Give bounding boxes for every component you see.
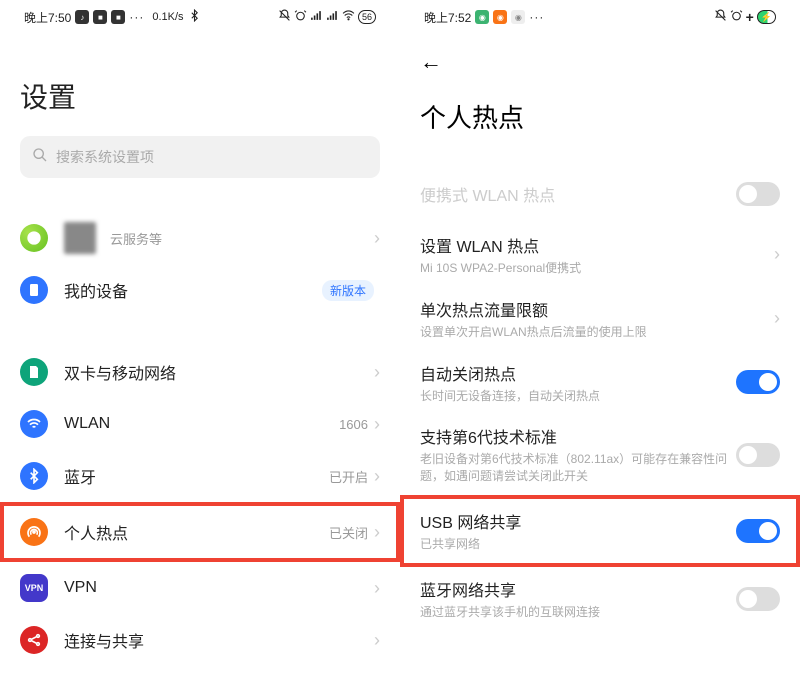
signal-icon <box>326 9 339 25</box>
chevron-right-icon: › <box>774 244 780 265</box>
connect-share-row[interactable]: 连接与共享 › <box>20 614 380 666</box>
row-label: WLAN <box>64 415 339 433</box>
account-row[interactable]: 云服务等 › <box>20 212 380 264</box>
app-icon: ◉ <box>493 10 507 24</box>
row-subtitle: 通过蓝牙共享该手机的互联网连接 <box>420 604 736 621</box>
chevron-right-icon: › <box>374 228 380 249</box>
search-input[interactable]: 搜索系统设置项 <box>20 136 380 178</box>
row-label: VPN <box>64 579 374 597</box>
battery-icon: 56 <box>358 10 376 24</box>
auto-off-row[interactable]: 自动关闭热点 长时间无设备连接，自动关闭热点 <box>420 351 780 415</box>
chevron-right-icon: › <box>374 362 380 383</box>
chevron-right-icon: › <box>374 522 380 543</box>
row-label: 个人热点 <box>64 520 329 544</box>
bluetooth-icon <box>20 462 48 490</box>
status-time: 晚上7:50 <box>24 9 71 26</box>
app-icon: ■ <box>111 10 125 24</box>
chevron-right-icon: › <box>374 630 380 651</box>
row-label: 我的设备 <box>64 278 322 302</box>
chevron-right-icon: › <box>774 308 780 329</box>
toggle-switch[interactable] <box>736 519 780 543</box>
status-time: 晚上7:52 <box>424 9 471 26</box>
alarm-icon <box>730 9 743 25</box>
vpn-icon: VPN <box>20 574 48 602</box>
net-speed: 0.1K/s <box>152 11 183 23</box>
bluetooth-row[interactable]: 蓝牙 已开启 › <box>20 450 380 502</box>
row-title: 支持第6代技术标准 <box>420 424 736 448</box>
my-device-row[interactable]: 我的设备 新版本 <box>20 264 380 316</box>
device-icon <box>20 276 48 304</box>
more-icon: ··· <box>129 10 144 24</box>
new-badge: 新版本 <box>322 280 374 301</box>
highlight-box: USB 网络共享 已共享网络 <box>400 495 800 567</box>
row-title: 单次热点流量限额 <box>420 297 774 321</box>
chevron-right-icon: › <box>374 466 380 487</box>
bt-share-row[interactable]: 蓝牙网络共享 通过蓝牙共享该手机的互联网连接 <box>420 567 780 631</box>
row-label: 蓝牙 <box>64 464 329 488</box>
share-icon <box>20 626 48 654</box>
signal-icon <box>310 9 323 25</box>
battery-charging-icon: ⚡ <box>757 10 776 24</box>
toggle-switch[interactable] <box>736 443 780 467</box>
toggle-switch[interactable] <box>736 182 780 206</box>
app-icon: ◉ <box>511 10 525 24</box>
row-subtitle: 长时间无设备连接，自动关闭热点 <box>420 388 736 405</box>
settings-screen: 晚上7:50 ♪ ■ ■ ··· 0.1K/s <box>0 0 400 693</box>
row-title: 蓝牙网络共享 <box>420 577 736 601</box>
back-button[interactable]: ← <box>420 44 780 80</box>
sim-icon <box>20 358 48 386</box>
app-icon: ■ <box>93 10 107 24</box>
row-label: 双卡与移动网络 <box>64 360 374 384</box>
row-subtitle: 已共享网络 <box>420 536 736 553</box>
row-label: 连接与共享 <box>64 628 374 652</box>
quota-row[interactable]: 单次热点流量限额 设置单次开启WLAN热点后流量的使用上限 › <box>420 287 780 351</box>
toggle-switch[interactable] <box>736 370 780 394</box>
row-title: USB 网络共享 <box>420 509 736 533</box>
sim-row[interactable]: 双卡与移动网络 › <box>20 346 380 398</box>
portable-wlan-row[interactable]: 便携式 WLAN 热点 <box>420 165 780 223</box>
wifi-icon <box>20 410 48 438</box>
account-sub: 云服务等 <box>110 229 162 248</box>
usb-share-row[interactable]: USB 网络共享 已共享网络 <box>420 505 780 557</box>
app-icon: ◉ <box>475 10 489 24</box>
hotspot-screen: 晚上7:52 ◉ ◉ ◉ ··· + ⚡ ← 个人热点 便携式 WLAN 热点 … <box>400 0 800 693</box>
wifi6-row[interactable]: 支持第6代技术标准 老旧设备对第6代技术标准（802.11ax）可能存在兼容性问… <box>420 414 780 495</box>
chevron-right-icon: › <box>374 414 380 435</box>
set-wlan-row[interactable]: 设置 WLAN 热点 Mi 10S WPA2-Personal便携式 › <box>420 223 780 287</box>
search-placeholder: 搜索系统设置项 <box>56 147 154 167</box>
more-icon: ··· <box>529 10 544 24</box>
avatar <box>64 222 96 254</box>
row-subtitle: Mi 10S WPA2-Personal便携式 <box>420 260 774 277</box>
bluetooth-icon <box>188 9 201 25</box>
chevron-right-icon: › <box>374 578 380 599</box>
toggle-switch[interactable] <box>736 587 780 611</box>
status-bar-right: 晚上7:52 ◉ ◉ ◉ ··· + ⚡ <box>420 0 780 28</box>
wlan-row[interactable]: WLAN 1606 › <box>20 398 380 450</box>
row-trail: 已开启 <box>329 467 368 486</box>
page-title: 设置 <box>20 76 380 116</box>
row-subtitle: 设置单次开启WLAN热点后流量的使用上限 <box>420 324 774 341</box>
row-trail: 已关闭 <box>329 523 368 542</box>
row-title: 设置 WLAN 热点 <box>420 233 774 257</box>
status-bar-left: 晚上7:50 ♪ ■ ■ ··· 0.1K/s <box>20 0 380 28</box>
plus-icon: + <box>746 9 754 25</box>
back-arrow-icon: ← <box>420 49 442 75</box>
search-icon <box>32 147 48 168</box>
row-title: 便携式 WLAN 热点 <box>420 182 736 206</box>
alarm-icon <box>294 9 307 25</box>
row-title: 自动关闭热点 <box>420 361 736 385</box>
row-subtitle: 老旧设备对第6代技术标准（802.11ax）可能存在兼容性问题，如遇问题请尝试关… <box>420 451 736 485</box>
vpn-row[interactable]: VPN VPN › <box>20 562 380 614</box>
page-title: 个人热点 <box>420 98 780 135</box>
hotspot-row[interactable]: 个人热点 已关闭 › <box>20 506 380 558</box>
account-icon <box>20 224 48 252</box>
row-trail: 1606 <box>339 417 368 432</box>
mute-icon <box>714 9 727 25</box>
app-icon: ♪ <box>75 10 89 24</box>
highlight-box: 个人热点 已关闭 › <box>0 502 400 562</box>
wifi-icon <box>342 9 355 25</box>
mute-icon <box>278 9 291 25</box>
hotspot-icon <box>20 518 48 546</box>
